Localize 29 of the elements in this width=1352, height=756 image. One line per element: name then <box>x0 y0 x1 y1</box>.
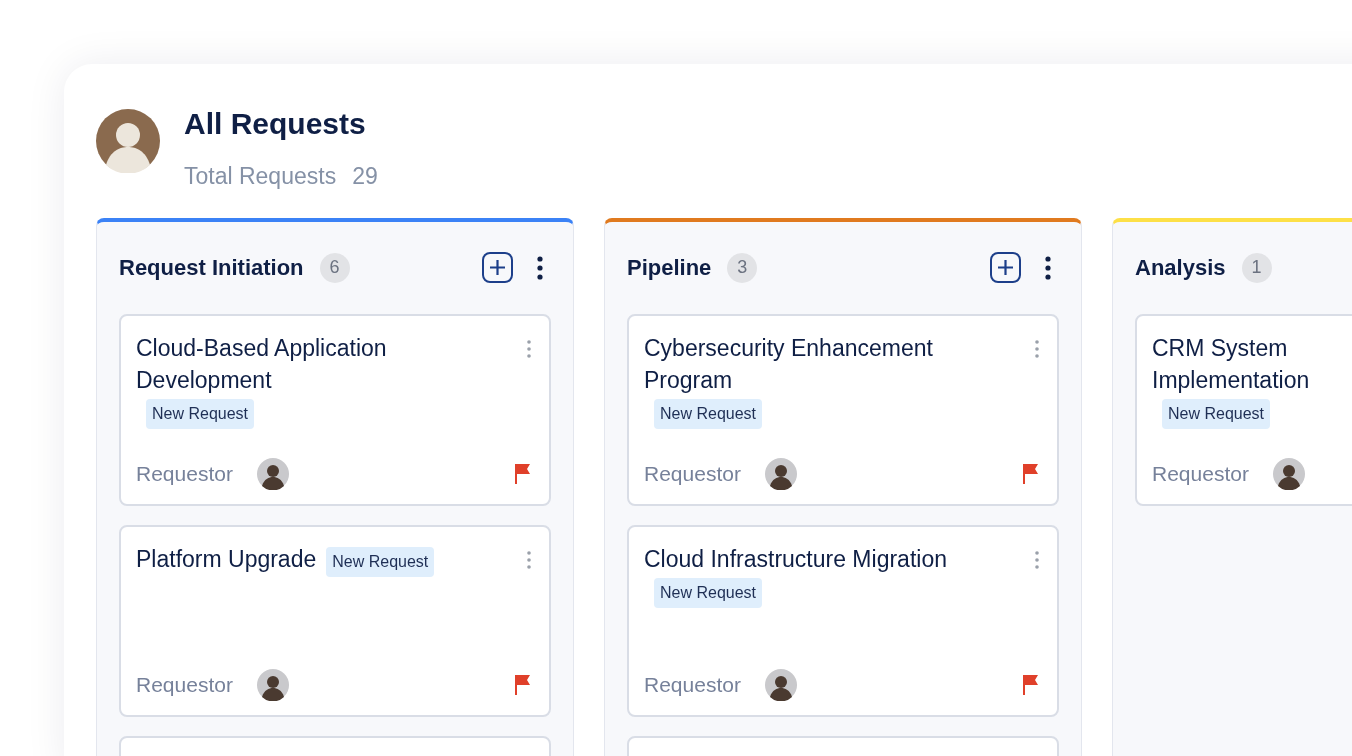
status-tag: New Request <box>654 398 763 429</box>
column-title: Request Initiation <box>119 254 304 282</box>
page-title: All Requests <box>184 109 367 139</box>
requestor-label: Requestor <box>644 460 741 487</box>
requestor-label: Requestor <box>1152 460 1249 487</box>
request-card[interactable]: Cloud Infrastructure Migration New Request Requestor <box>627 524 1059 717</box>
card-title: Cloud-Based Application Development <box>136 333 388 395</box>
status-tag: New Request <box>654 577 763 608</box>
card-title: Cloud Infrastructure Migration <box>644 544 947 574</box>
card-title: Platform Upgrade <box>136 544 317 574</box>
card-title: CRM System Implementation <box>1152 333 1311 395</box>
count-badge: 6 <box>319 252 350 283</box>
count-badge: 1 <box>1241 252 1272 283</box>
request-card[interactable]: Cloud-Based Application Development New Request Requestor <box>119 313 551 506</box>
total-count: 29 <box>352 162 378 191</box>
status-tag: New Request <box>146 398 255 429</box>
requestor-label: Requestor <box>644 671 741 698</box>
requestor-label: Requestor <box>136 460 233 487</box>
status-tag: New Request <box>1162 398 1271 429</box>
card-title: Cybersecurity Enhancement Program <box>644 333 934 395</box>
request-card[interactable]: CRM System Implementation New Request Requestor <box>1135 313 1352 506</box>
request-card[interactable]: Platform Upgrade New Request Requestor <box>119 524 551 717</box>
request-card[interactable]: Cybersecurity Enhancement Program New Request Requestor <box>627 313 1059 506</box>
column-title: Analysis <box>1135 254 1226 282</box>
requestor-label: Requestor <box>136 671 233 698</box>
column-title: Pipeline <box>627 254 712 282</box>
count-badge: 3 <box>727 252 758 283</box>
total-label: Total Requests <box>184 162 337 191</box>
status-tag: New Request <box>326 546 435 577</box>
